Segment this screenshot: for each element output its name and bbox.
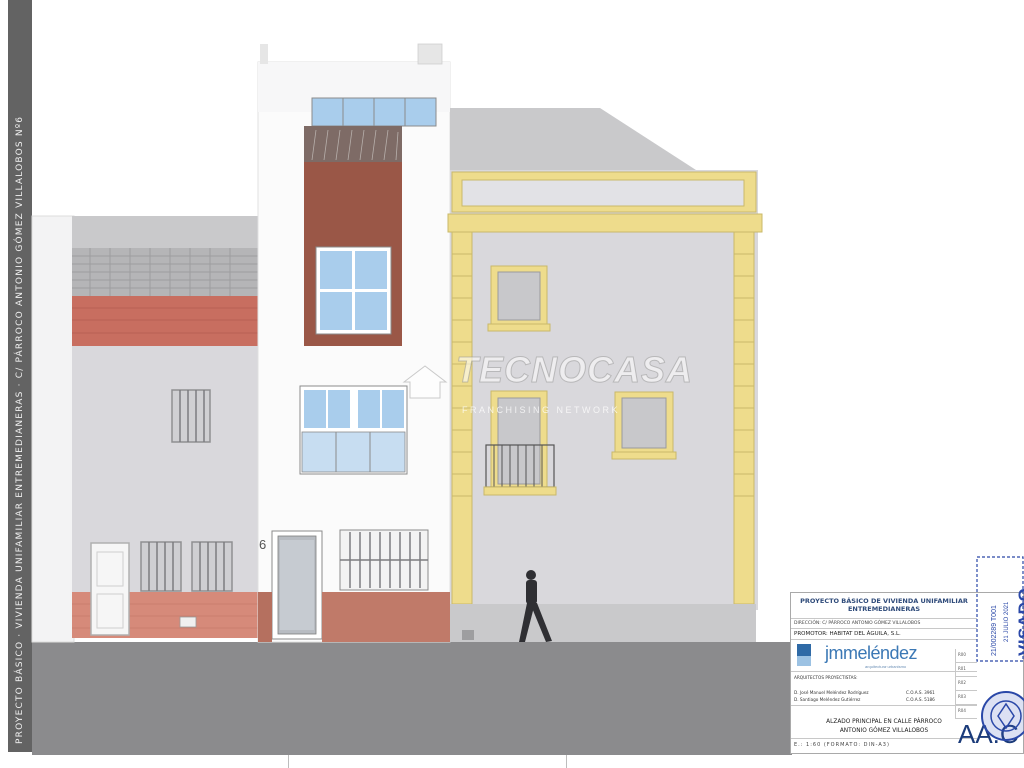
project-title-line-1: PROYECTO BÁSICO DE VIVIENDA UNIFAMILIAR bbox=[800, 597, 968, 605]
architect-name: D. Santiago Meléndez Gutiérrez bbox=[794, 697, 861, 702]
architects-list: ARQUITECTOS PROYECTISTAS: D. José Manuel… bbox=[791, 672, 977, 706]
architect-logo: jmmeléndez arquitectura·urbanismo bbox=[791, 640, 977, 672]
house-number: 6 bbox=[259, 537, 267, 552]
revision-cell: R00 bbox=[955, 649, 977, 663]
architects-heading: ARQUITECTOS PROYECTISTAS: bbox=[794, 675, 858, 680]
revision-cell: R02 bbox=[955, 677, 977, 691]
revision-cell: R04 bbox=[955, 705, 977, 719]
project-address: DIRECCIÓN: C/ PÁRROCO ANTONIO GÓMEZ VILL… bbox=[791, 619, 977, 629]
drawing-scale: E.: 1:60 (FORMATO: DIN-A3) bbox=[794, 742, 890, 748]
brand-name: jmmeléndez bbox=[825, 643, 918, 663]
architect-registration: C.O.A.S. 3961 bbox=[906, 690, 935, 695]
project-title-line-2: ENTREMEDIANERAS bbox=[847, 605, 921, 613]
brand-subtitle: arquitectura·urbanismo bbox=[865, 664, 907, 669]
project-title: PROYECTO BÁSICO DE VIVIENDA UNIFAMILIAR … bbox=[791, 593, 977, 619]
promoter-label: PROMOTOR: HABITAT DEL ÁGUILA, S.L. bbox=[791, 629, 977, 640]
revision-cell: R03 bbox=[955, 691, 977, 705]
visado-number: 21/002289 T001 bbox=[991, 605, 998, 656]
house-icon bbox=[402, 365, 448, 399]
central-house bbox=[257, 43, 451, 643]
sheet-title-line-2: ANTONIO GÓMEZ VILLALOBOS bbox=[839, 728, 929, 734]
architect-registration: C.O.A.S. 5186 bbox=[906, 697, 935, 702]
watermark-subtitle: FRANCHISING NETWORK bbox=[462, 405, 621, 415]
sheet-title-line-1: ALZADO PRINCIPAL EN CALLE PÁRROCO bbox=[826, 719, 942, 725]
visado-stamp-label: VISADO bbox=[1015, 587, 1024, 656]
sheet-title: ALZADO PRINCIPAL EN CALLE PÁRROCO ANTONI… bbox=[791, 715, 977, 739]
revision-cell: R01 bbox=[955, 663, 977, 677]
visado-date: 21 JULIO 2021 bbox=[1004, 601, 1010, 642]
left-neighbour-building bbox=[31, 215, 258, 643]
logo-mark-icon bbox=[797, 644, 811, 666]
architect-name: D. José Manuel Meléndez Rodríguez bbox=[794, 690, 869, 695]
watermark-brand: TECNOCASA bbox=[455, 349, 694, 390]
